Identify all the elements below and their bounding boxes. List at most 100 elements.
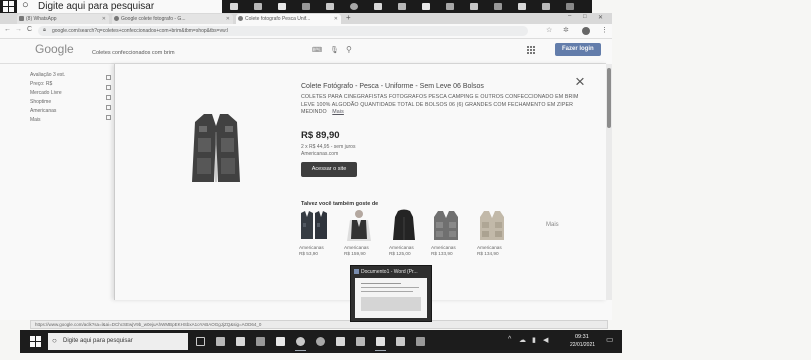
reload-icon[interactable]: C <box>27 26 32 33</box>
google-logo[interactable]: Google <box>35 42 74 56</box>
forward-arrow-icon[interactable]: → <box>15 26 22 33</box>
sidebar-item-store[interactable]: Mercado Livre <box>30 90 62 96</box>
page-scrollbar[interactable] <box>606 64 612 300</box>
filter-checkbox[interactable] <box>106 105 111 110</box>
filter-checkbox[interactable] <box>106 95 111 100</box>
similar-product-item[interactable]: Americanas R$ 134,90 <box>477 209 511 256</box>
tray-overflow-icon[interactable]: ^ <box>508 336 511 343</box>
clock-time[interactable]: 09:31 <box>575 334 589 340</box>
taskbar-app-icon[interactable] <box>542 3 550 10</box>
new-tab-icon[interactable]: + <box>346 13 351 22</box>
taskbar-app-icon[interactable] <box>216 337 225 346</box>
tab-google-search[interactable]: Google colete fotografo - G... ✕ <box>112 14 233 24</box>
google-favicon-icon <box>238 16 243 21</box>
taskbar-app-icon[interactable] <box>446 3 454 10</box>
bookmark-star-icon[interactable]: ☆ <box>546 26 552 34</box>
taskbar-app-icon[interactable] <box>518 3 526 10</box>
chrome-icon[interactable] <box>296 337 305 346</box>
minimize-icon[interactable]: – <box>568 13 571 19</box>
sidebar-item-more[interactable]: Mais <box>30 117 41 123</box>
chrome-menu-icon[interactable]: ⋮ <box>601 26 608 34</box>
sidebar-item-store[interactable]: Americanas <box>30 108 56 114</box>
windows-start-icon[interactable] <box>3 1 14 12</box>
back-arrow-icon[interactable]: ← <box>4 26 11 33</box>
product-store[interactable]: Americanas.com <box>301 151 338 157</box>
taskbar-app-icon[interactable] <box>326 3 334 10</box>
similar-product-item[interactable]: Americanas R$ 53,90 <box>299 209 333 256</box>
windows-start-icon[interactable] <box>30 336 41 347</box>
notification-center-icon[interactable]: ▭ <box>606 335 614 344</box>
network-icon[interactable]: ▮ <box>532 336 536 344</box>
tab-product[interactable]: Colete fotografo Pesca Unif... ✕ <box>236 14 341 24</box>
taskbar-app-icon[interactable] <box>336 337 345 346</box>
filter-checkbox[interactable] <box>106 85 111 90</box>
taskbar-app-icon[interactable] <box>254 3 262 10</box>
search-icon[interactable]: ⚲ <box>346 45 352 54</box>
login-button[interactable]: Fazer login <box>555 43 601 56</box>
tab-close-icon[interactable]: ✕ <box>226 14 230 24</box>
word-icon <box>354 269 359 274</box>
sidebar-item-rating[interactable]: Avaliação 3 est. <box>30 72 65 78</box>
tab-close-icon[interactable]: ✕ <box>334 14 338 24</box>
microphone-icon[interactable]: 🎙︎ <box>330 46 339 54</box>
word-icon[interactable] <box>422 3 430 10</box>
description-more-link[interactable]: Mais <box>332 109 344 115</box>
taskbar-app-icon[interactable] <box>396 337 405 346</box>
product-price: R$ 89,90 <box>301 130 340 141</box>
filter-checkbox[interactable] <box>106 75 111 80</box>
tab-label: Google colete fotografo - G... <box>121 16 186 22</box>
taskbar-app-icon[interactable] <box>236 337 245 346</box>
similar-product-item[interactable]: Americanas R$ 125,00 <box>389 209 423 256</box>
visit-site-button[interactable]: Acessar o site <box>301 162 357 177</box>
maximize-icon[interactable]: □ <box>583 14 587 20</box>
similar-product-price: R$ 125,00 <box>389 251 411 256</box>
taskbar-app-icon[interactable] <box>256 337 265 346</box>
clock-date[interactable]: 22/01/2021 <box>570 342 595 348</box>
product-installments: 2 x R$ 44,95 - sem juros <box>301 144 356 150</box>
sidebar-item-store[interactable]: Shoptime <box>30 99 51 105</box>
taskbar-app-icon[interactable] <box>398 3 406 10</box>
similar-more-link[interactable]: Mais <box>546 222 559 228</box>
similar-product-item[interactable]: Americanas R$ 133,90 <box>431 209 465 256</box>
taskbar-app-icon[interactable] <box>302 3 310 10</box>
keyboard-icon[interactable]: ⌨ <box>312 46 322 54</box>
tab-whatsapp[interactable]: (8) WhatsApp ✕ <box>17 14 109 24</box>
taskbar-app-icon[interactable] <box>316 337 325 346</box>
browser-tab-strip: (8) WhatsApp ✕ Google colete fotografo -… <box>0 13 612 24</box>
taskbar-search-box[interactable]: ○ Digite aqui para pesquisar <box>17 0 222 13</box>
url-field[interactable]: 🔒︎ google.com/search?q=coletes+confeccio… <box>38 26 528 36</box>
tab-close-icon[interactable]: ✕ <box>102 14 106 24</box>
filter-checkbox[interactable] <box>106 115 111 120</box>
chrome-icon[interactable] <box>350 3 358 10</box>
close-icon[interactable]: × <box>575 72 585 92</box>
scrollbar-thumb[interactable] <box>607 68 611 128</box>
volume-icon[interactable]: ◀ <box>543 336 548 344</box>
task-view-icon[interactable] <box>196 337 205 346</box>
taskbar-app-icon[interactable] <box>356 337 365 346</box>
taskbar-app-icon[interactable] <box>276 337 285 346</box>
similar-products-heading: Talvez você também goste de <box>301 201 379 207</box>
window-close-icon[interactable]: ✕ <box>598 14 603 21</box>
taskbar-window-preview[interactable]: Documento1 - Word (Pr... <box>350 265 432 322</box>
google-apps-grid-icon[interactable] <box>527 46 535 54</box>
taskbar-search-box[interactable]: ○ Digite aqui para pesquisar <box>48 333 188 350</box>
product-image[interactable] <box>187 112 245 184</box>
google-favicon-icon <box>114 16 119 21</box>
taskbar-app-icon[interactable] <box>416 337 425 346</box>
taskbar-app-icon[interactable] <box>566 3 574 10</box>
product-title: Colete Fotógrafo - Pesca - Uniforme - Se… <box>301 83 484 90</box>
task-view-icon[interactable] <box>230 3 238 10</box>
similar-product-item[interactable]: Americanas R$ 159,90 <box>344 209 378 256</box>
taskbar-app-icon[interactable] <box>278 3 286 10</box>
sidebar-item-price[interactable]: Preço: R$ <box>30 81 52 87</box>
word-icon[interactable] <box>376 337 385 346</box>
active-app-indicator <box>295 350 306 351</box>
taskbar-app-icon[interactable] <box>374 3 382 10</box>
cloud-icon[interactable]: ☁ <box>519 336 526 344</box>
taskbar-search-placeholder: Digite aqui para pesquisar <box>38 1 155 12</box>
profile-avatar-icon[interactable] <box>582 27 590 35</box>
extensions-icon[interactable]: ✲ <box>563 26 569 34</box>
taskbar-app-icon[interactable] <box>470 3 478 10</box>
taskbar-app-icon[interactable] <box>494 3 502 10</box>
product-description: COLETES PARA CINEGRAFISTAS FOTOGRAFOS PE… <box>301 94 593 117</box>
